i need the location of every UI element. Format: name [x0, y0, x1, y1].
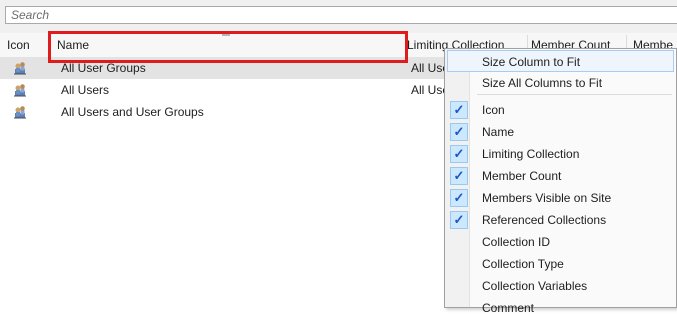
- checkmark-icon: ✓: [450, 211, 468, 229]
- checkmark-icon: ✓: [450, 123, 468, 141]
- column-context-menu: Size Column to Fit Size All Columns to F…: [444, 48, 677, 315]
- menu-item-size-column-to-fit[interactable]: Size Column to Fit: [447, 50, 674, 72]
- search-input[interactable]: [5, 6, 677, 24]
- row-name: All Users and User Groups: [61, 105, 204, 119]
- user-collection-icon: [14, 62, 26, 75]
- checkmark-icon: ✓: [450, 167, 468, 185]
- menu-item-referenced-collections[interactable]: ✓ Referenced Collections: [447, 209, 674, 231]
- checkmark-icon: ✓: [450, 189, 468, 207]
- menu-item-label: Size All Columns to Fit: [482, 76, 603, 90]
- menu-item-label: Referenced Collections: [482, 213, 607, 227]
- search-bar: [0, 0, 677, 34]
- menu-item-label: Size Column to Fit: [482, 55, 581, 69]
- menu-item-label: Member Count: [482, 169, 562, 183]
- row-limiting-collection: All Use: [411, 61, 445, 75]
- row-limiting-collection: All Use: [411, 83, 445, 97]
- highlight-box: [48, 31, 408, 63]
- checkmark-icon: ✓: [450, 145, 468, 163]
- menu-item-collection-id[interactable]: Collection ID: [447, 231, 674, 253]
- menu-item-label: Collection Variables: [482, 279, 588, 293]
- menu-item-label: Name: [482, 125, 515, 139]
- row-name: All Users: [61, 83, 110, 97]
- menu-item-size-all-columns-to-fit[interactable]: Size All Columns to Fit: [447, 72, 674, 94]
- menu-item-label: Comment: [482, 301, 535, 315]
- user-collection-icon: [14, 106, 26, 119]
- menu-item-label: Limiting Collection: [482, 147, 580, 161]
- menu-item-collection-variables[interactable]: Collection Variables: [447, 275, 674, 297]
- menu-item-label: Members Visible on Site: [482, 191, 612, 205]
- menu-item-collection-type[interactable]: Collection Type: [447, 253, 674, 275]
- checkmark-icon: ✓: [450, 101, 468, 119]
- menu-item-limiting-collection[interactable]: ✓ Limiting Collection: [447, 143, 674, 165]
- menu-item-icon[interactable]: ✓ Icon: [447, 99, 674, 121]
- menu-item-member-count[interactable]: ✓ Member Count: [447, 165, 674, 187]
- user-collection-icon: [14, 84, 26, 97]
- menu-item-name[interactable]: ✓ Name: [447, 121, 674, 143]
- menu-item-comment[interactable]: Comment: [447, 297, 674, 319]
- menu-item-label: Collection ID: [482, 235, 551, 249]
- column-header-icon[interactable]: Icon: [7, 33, 45, 57]
- menu-item-label: Collection Type: [482, 257, 564, 271]
- menu-separator: [477, 94, 672, 95]
- menu-item-label: Icon: [482, 103, 505, 117]
- menu-item-members-visible-on-site[interactable]: ✓ Members Visible on Site: [447, 187, 674, 209]
